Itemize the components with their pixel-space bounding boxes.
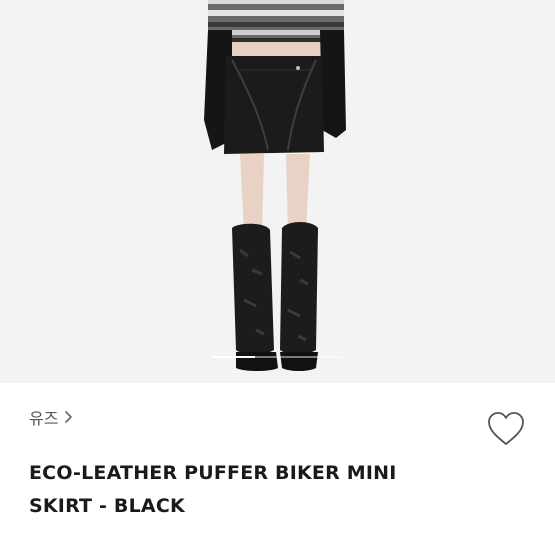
chevron-right-icon [65,411,73,423]
heart-outline-icon[interactable] [486,410,526,448]
product-photo-illustration [0,0,555,383]
brand-link[interactable]: 유즈 [29,405,74,429]
product-title-line-1: ECO-LEATHER PUFFER BIKER MINI [29,462,397,484]
product-image[interactable] [0,0,555,383]
product-title-line-2: SKIRT - BLACK [29,495,185,517]
product-info: 유즈 ECO-LEATHER PUFFER BIKER MINI SKIRT -… [0,383,555,555]
leather-skirt [224,56,324,154]
product-title: ECO-LEATHER PUFFER BIKER MINI SKIRT - BL… [29,457,469,523]
brand-name: 유즈 [29,409,59,428]
carousel-indicator-thumb [212,356,256,358]
carousel-indicator [212,356,342,358]
